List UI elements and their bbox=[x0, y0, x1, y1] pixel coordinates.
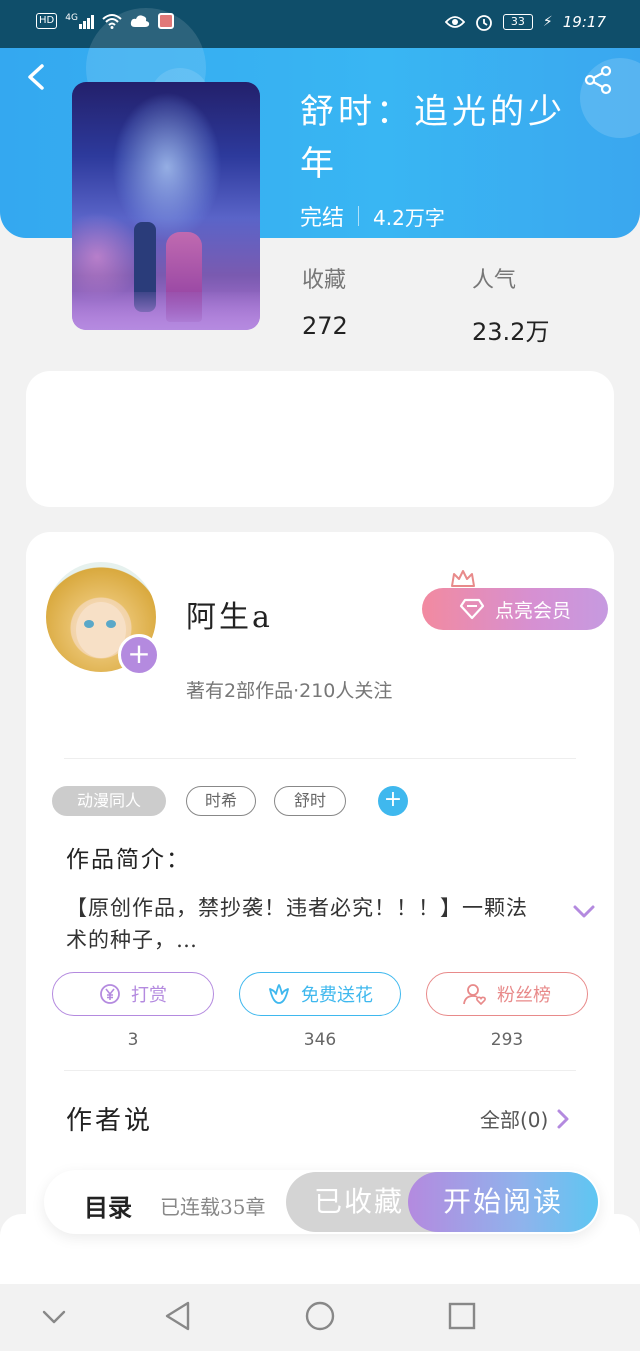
vip-label: 点亮会员 bbox=[494, 599, 571, 622]
recents-nav-icon[interactable] bbox=[442, 1298, 482, 1334]
book-cover bbox=[72, 82, 260, 330]
book-title: 舒时：追光的少年 bbox=[300, 92, 566, 184]
diamond-icon bbox=[459, 598, 485, 620]
eye-icon bbox=[444, 16, 465, 28]
send-flower-button[interactable]: 免费送花 bbox=[239, 972, 401, 1016]
chevron-right-icon bbox=[557, 1109, 569, 1128]
divider bbox=[64, 758, 576, 759]
chevron-down-icon[interactable] bbox=[572, 904, 596, 920]
favorites-label: 收藏 bbox=[302, 268, 347, 293]
popularity-value: 23.2万 bbox=[472, 318, 550, 346]
tip-label: 打赏 bbox=[131, 985, 167, 1006]
alarm-icon bbox=[476, 15, 492, 31]
meta-divider bbox=[358, 206, 360, 226]
4g-signal-icon: 4G bbox=[65, 13, 94, 29]
intro-text: 【原创作品，禁抄袭！违者必究！！！】一颗法术的种子，… bbox=[66, 896, 528, 952]
plus-icon: + bbox=[383, 787, 403, 812]
home-nav-icon[interactable] bbox=[300, 1298, 340, 1334]
add-tag-button[interactable]: + bbox=[378, 786, 408, 816]
favorites-value: 272 bbox=[302, 312, 348, 340]
crown-icon bbox=[451, 570, 475, 587]
empty-card bbox=[26, 371, 614, 507]
tag-0[interactable]: 动漫同人 bbox=[52, 786, 166, 816]
tip-button[interactable]: 打赏 bbox=[52, 972, 214, 1016]
hd-icon: HD bbox=[36, 13, 58, 29]
tag-2[interactable]: 舒时 bbox=[274, 786, 346, 816]
fan-ranking-label: 粉丝榜 bbox=[497, 985, 551, 1006]
author-says-all-link[interactable]: 全部(0) bbox=[480, 1104, 570, 1133]
vip-button[interactable]: 点亮会员 bbox=[422, 588, 608, 630]
network-type: 4G bbox=[65, 13, 78, 23]
word-count: 4.2万字 bbox=[373, 205, 445, 230]
book-meta: 完结 4.2万字 bbox=[300, 200, 445, 232]
fan-ranking-button[interactable]: 粉丝榜 bbox=[426, 972, 588, 1016]
author-summary: 著有2部作品·210人关注 bbox=[186, 680, 393, 702]
author-says-title: 作者说 bbox=[66, 1106, 154, 1136]
collapse-nav-icon[interactable] bbox=[34, 1298, 74, 1334]
author-name[interactable]: 阿生a bbox=[186, 592, 273, 636]
intro-title: 作品简介： bbox=[66, 847, 191, 873]
flower-count: 346 bbox=[303, 1030, 337, 1050]
all-link-label: 全部(0) bbox=[480, 1108, 549, 1132]
back-nav-icon[interactable] bbox=[158, 1298, 198, 1334]
serial-status: 已连载35章 bbox=[160, 1195, 266, 1219]
start-reading-button[interactable]: 开始阅读 bbox=[408, 1172, 598, 1232]
tip-count: 3 bbox=[127, 1030, 139, 1050]
tag-1[interactable]: 时希 bbox=[186, 786, 256, 816]
toc-button[interactable]: 目录 bbox=[84, 1188, 132, 1223]
divider bbox=[64, 1070, 576, 1071]
battery-icon: 33 bbox=[502, 14, 533, 30]
follow-author-button[interactable]: + bbox=[118, 634, 160, 676]
yuan-coin-icon bbox=[100, 984, 120, 1004]
book-status: 完结 bbox=[300, 206, 345, 231]
fan-count: 293 bbox=[490, 1030, 524, 1050]
user-heart-icon bbox=[463, 984, 486, 1005]
flower-icon bbox=[269, 984, 289, 1004]
send-flower-label: 免费送花 bbox=[301, 985, 373, 1006]
charging-icon: ⚡ bbox=[542, 14, 553, 30]
clock-time: 19:17 bbox=[562, 13, 606, 31]
popularity-label: 人气 bbox=[472, 268, 517, 293]
back-button[interactable] bbox=[24, 62, 52, 90]
chevron-left-icon bbox=[28, 64, 44, 90]
plus-icon: + bbox=[127, 637, 151, 670]
